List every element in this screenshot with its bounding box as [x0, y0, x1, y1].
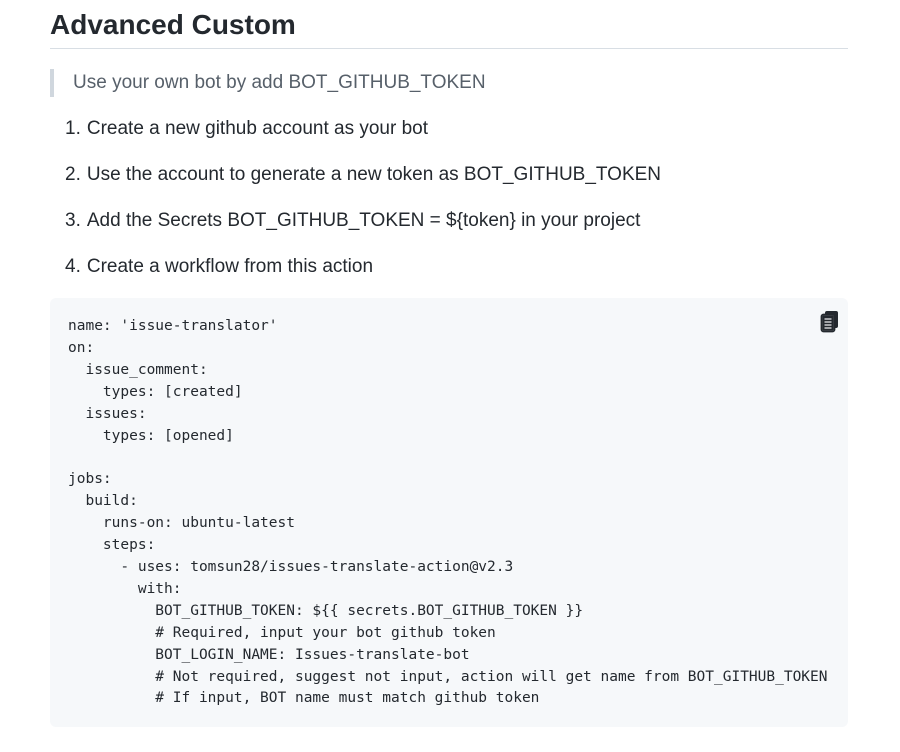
copy-clipboard-icon[interactable] — [820, 310, 840, 334]
list-item-number: 1. — [65, 118, 81, 139]
list-item-text: Create a new github account as your bot — [86, 118, 429, 139]
list-item: 3. Add the Secrets BOT_GITHUB_TOKEN = ${t… — [50, 208, 848, 234]
list-item: 2. Use the account to generate a new toke… — [50, 162, 848, 188]
list-item-text: Create a workflow from this action — [86, 256, 374, 277]
section-heading: Advanced Custom — [50, 9, 296, 40]
heading-divider — [50, 48, 848, 49]
list-item-number: 2. — [65, 164, 81, 185]
steps-list: 1. Create a new github account as your bo… — [50, 116, 848, 300]
list-item-number: 3. — [65, 210, 81, 231]
list-item-text: Use the account to generate a new token … — [86, 164, 662, 185]
code-block: name: 'issue-translator' on: issue_comme… — [50, 298, 848, 727]
list-item-text: Add the Secrets BOT_GITHUB_TOKEN = ${tok… — [86, 210, 641, 231]
blockquote-text: Use your own bot by add BOT_GITHUB_TOKEN — [73, 72, 486, 93]
list-item: 4. Create a workflow from this action — [50, 254, 848, 280]
blockquote: Use your own bot by add BOT_GITHUB_TOKEN — [50, 69, 848, 97]
code-content: name: 'issue-translator' on: issue_comme… — [68, 318, 828, 707]
list-item-number: 4. — [65, 256, 81, 277]
list-item: 1. Create a new github account as your bo… — [50, 116, 848, 142]
